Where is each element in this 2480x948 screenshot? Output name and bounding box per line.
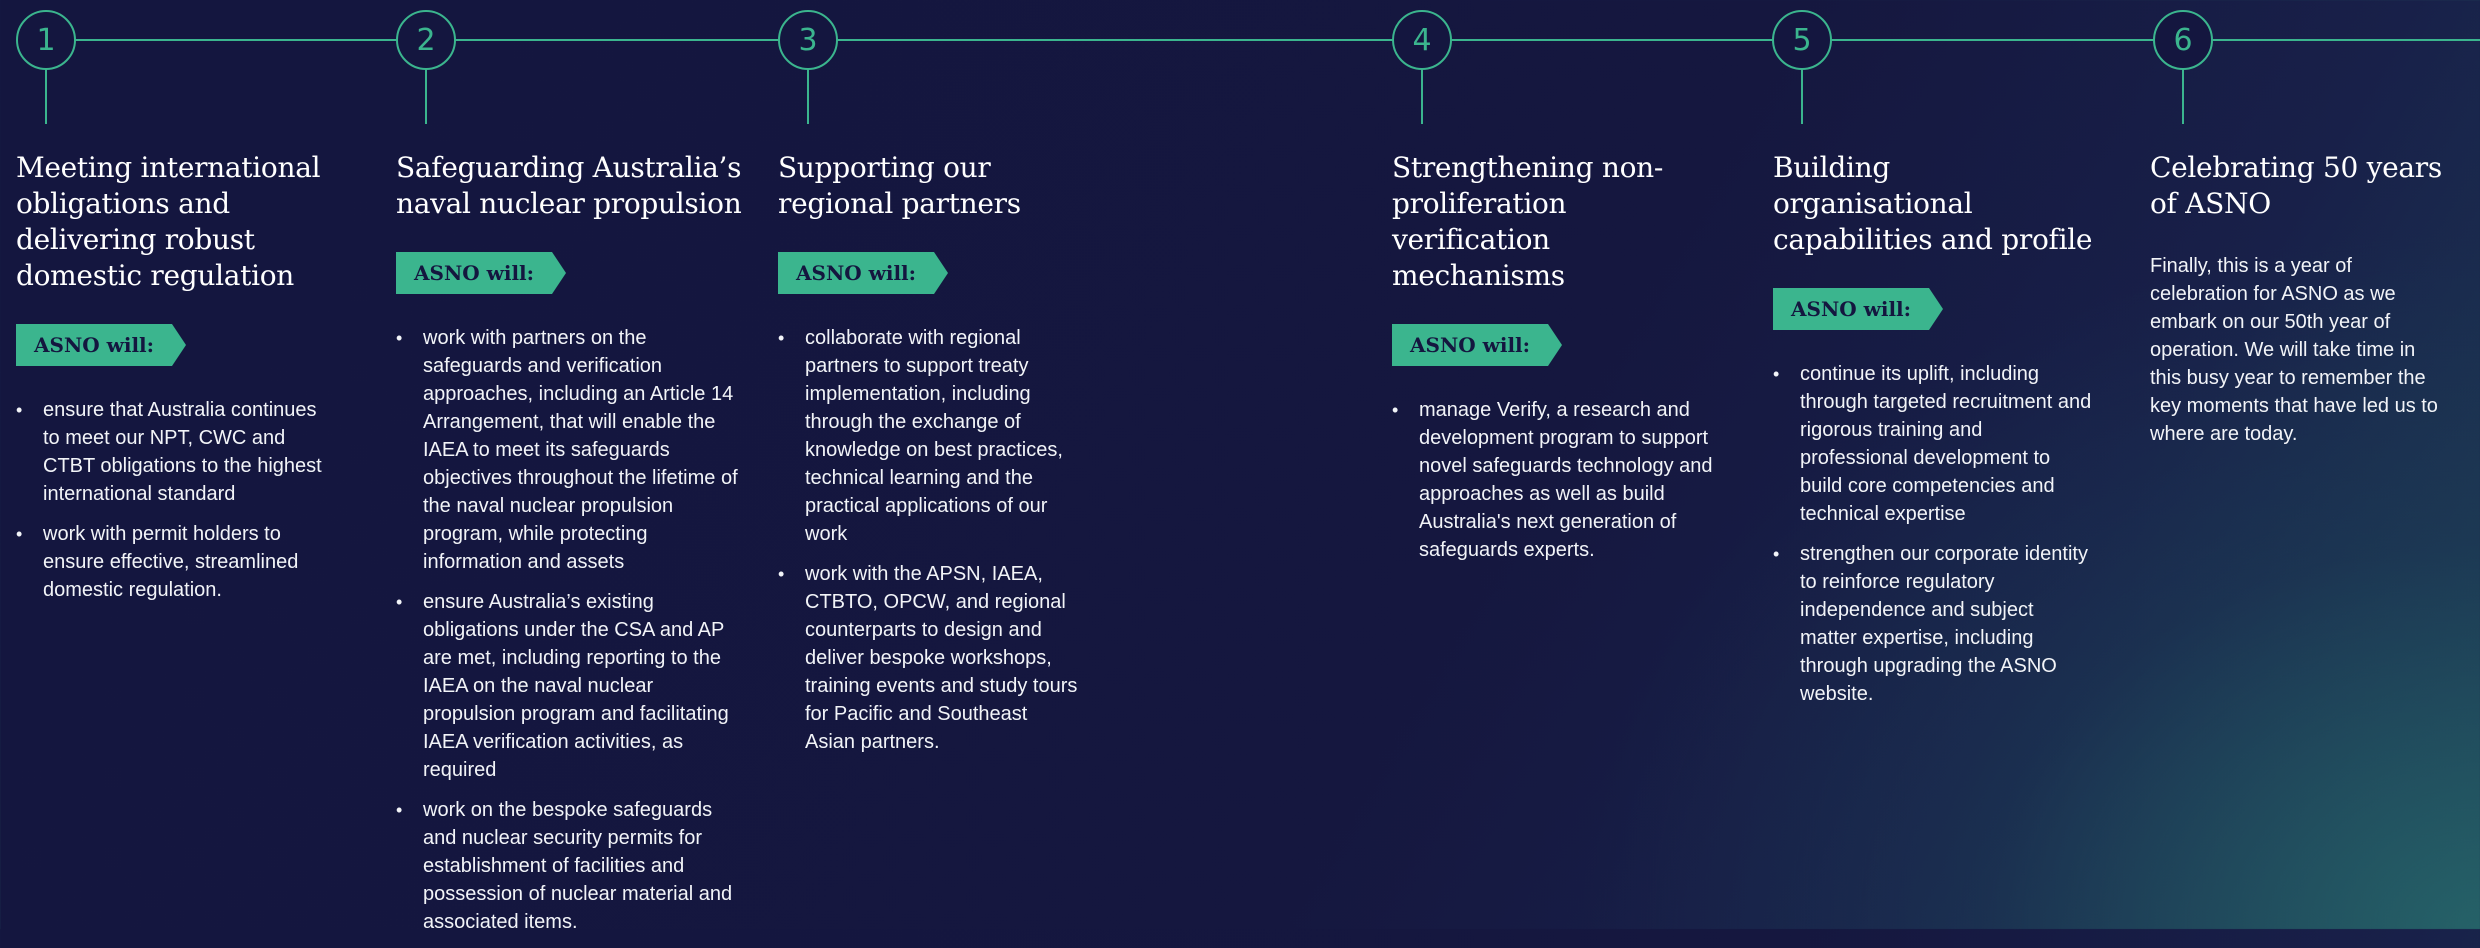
section-body: Finally, this is a year of celebration f… bbox=[2150, 255, 2438, 445]
timeline-stem bbox=[425, 68, 427, 124]
step-number-4: 4 bbox=[1392, 10, 1452, 70]
timeline-stem bbox=[1801, 68, 1803, 124]
asno-will-tag: ASNO will: bbox=[396, 252, 567, 294]
section-2: Safeguarding Australia’s naval nuclear p… bbox=[396, 150, 748, 948]
list-item: continue its uplift, including through t… bbox=[1773, 360, 2093, 528]
step-number-3: 3 bbox=[778, 10, 838, 70]
list-item: work with partners on the safeguards and… bbox=[396, 324, 748, 576]
section-1: Meeting international obligations and de… bbox=[16, 150, 326, 616]
timeline-stem bbox=[807, 68, 809, 124]
list-item: work with permit holders to ensure effec… bbox=[16, 520, 326, 604]
action-list: continue its uplift, including through t… bbox=[1773, 360, 2093, 708]
section-5: Building organisational capabilities and… bbox=[1773, 150, 2093, 720]
section-6: Celebrating 50 years of ASNO Finally, th… bbox=[2150, 150, 2450, 448]
asno-will-tag: ASNO will: bbox=[1773, 288, 1944, 330]
action-list: manage Verify, a research and developmen… bbox=[1392, 396, 1722, 564]
section-title: Strengthening non-proliferation verifica… bbox=[1392, 151, 1664, 292]
timeline-stem bbox=[1421, 68, 1423, 124]
asno-will-tag: ASNO will: bbox=[16, 324, 187, 366]
section-3: Supporting our regional partners ASNO wi… bbox=[778, 150, 1078, 768]
section-4: Strengthening non-proliferation verifica… bbox=[1392, 150, 1722, 576]
action-list: collaborate with regional partners to su… bbox=[778, 324, 1078, 756]
action-list: work with partners on the safeguards and… bbox=[396, 324, 748, 936]
list-item: work on the bespoke safeguards and nucle… bbox=[396, 796, 748, 936]
section-title: Building organisational capabilities and… bbox=[1773, 151, 2093, 256]
action-list: ensure that Australia continues to meet … bbox=[16, 396, 326, 604]
step-number-1: 1 bbox=[16, 10, 76, 70]
section-title: Safeguarding Australia’s naval nuclear p… bbox=[396, 151, 742, 220]
asno-will-tag: ASNO will: bbox=[1392, 324, 1563, 366]
section-title: Celebrating 50 years of ASNO bbox=[2150, 151, 2442, 220]
timeline-stem bbox=[2182, 68, 2184, 124]
step-number-5: 5 bbox=[1772, 10, 1832, 70]
list-item: ensure Australia’s existing obligations … bbox=[396, 588, 748, 784]
list-item: ensure that Australia continues to meet … bbox=[16, 396, 326, 508]
section-title: Supporting our regional partners bbox=[778, 151, 1021, 220]
step-number-2: 2 bbox=[396, 10, 456, 70]
list-item: strengthen our corporate identity to rei… bbox=[1773, 540, 2093, 708]
list-item: work with the APSN, IAEA, CTBTO, OPCW, a… bbox=[778, 560, 1078, 756]
timeline-stem bbox=[45, 68, 47, 124]
section-title: Meeting international obligations and de… bbox=[16, 151, 321, 292]
asno-will-tag: ASNO will: bbox=[778, 252, 949, 294]
list-item: manage Verify, a research and developmen… bbox=[1392, 396, 1722, 564]
list-item: collaborate with regional partners to su… bbox=[778, 324, 1078, 548]
step-number-6: 6 bbox=[2153, 10, 2213, 70]
